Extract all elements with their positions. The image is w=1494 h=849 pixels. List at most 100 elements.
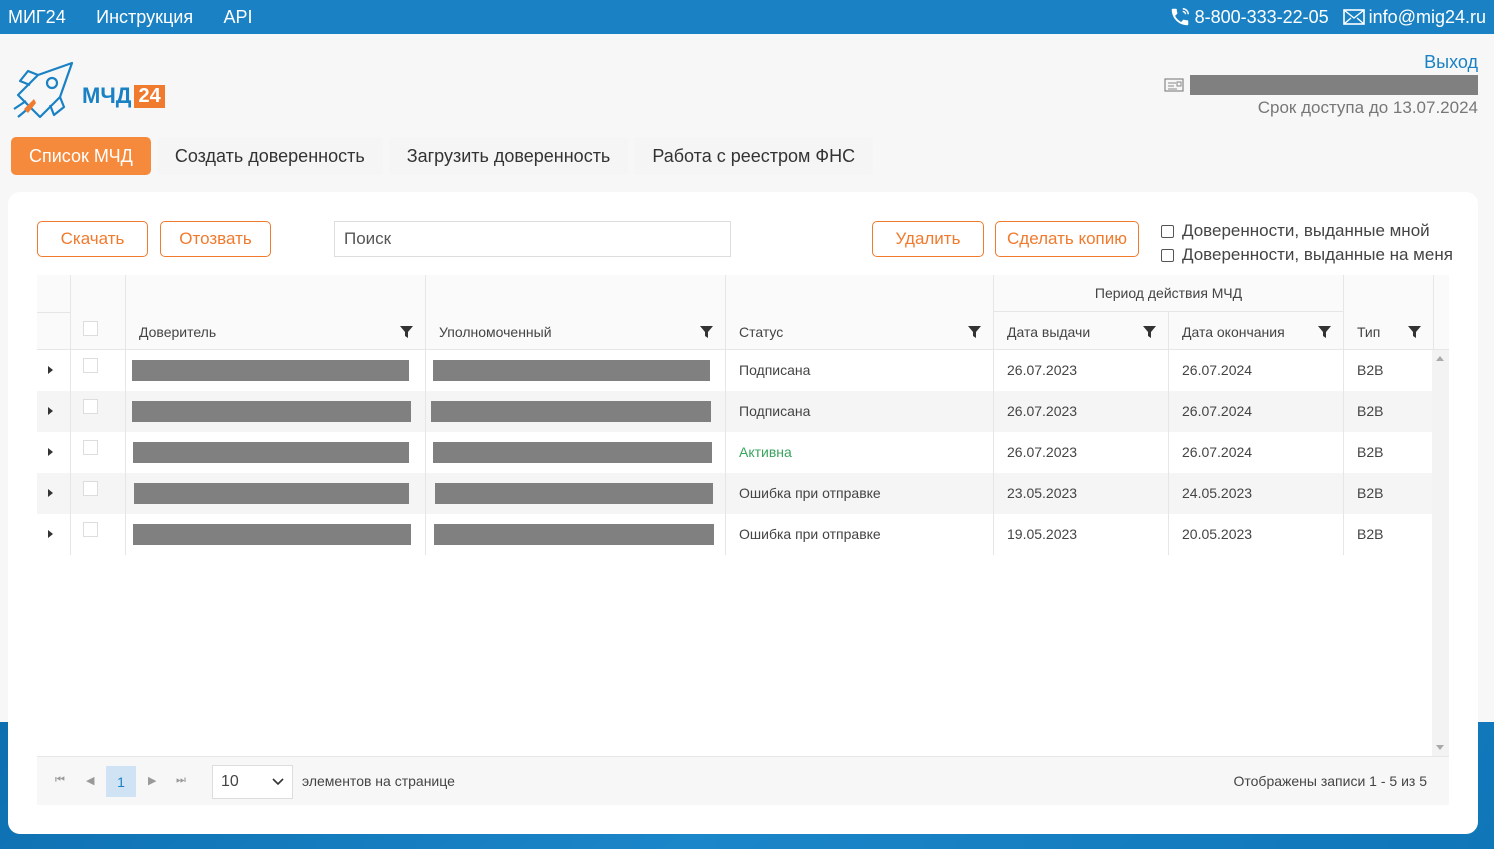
nav-link-instruction[interactable]: Инструкция: [96, 7, 193, 27]
issue-date-header-label: Дата выдачи: [1007, 324, 1091, 340]
row-checkbox[interactable]: [83, 481, 98, 496]
poa-grid: Доверитель Уполномоченный Статус Период …: [37, 275, 1449, 805]
scroll-up-icon[interactable]: [1436, 356, 1444, 361]
issue-date-cell: 23.05.2023: [1007, 485, 1078, 501]
table-row[interactable]: Подписана 26.07.2023 26.07.2024 B2B: [37, 391, 1432, 432]
logo[interactable]: МЧД 24: [8, 56, 178, 128]
principal-cell: [125, 473, 425, 514]
representative-redacted: [435, 483, 713, 504]
validity-period-group-header: Период действия МЧД: [993, 275, 1343, 312]
phone-contact[interactable]: 8-800-333-22-05: [1169, 6, 1329, 28]
table-row[interactable]: Ошибка при отправке 23.05.2023 24.05.202…: [37, 473, 1432, 514]
filter-icon[interactable]: [1408, 326, 1421, 338]
expand-row-icon[interactable]: [48, 489, 53, 497]
logo-text: МЧД 24: [82, 83, 165, 109]
page-button-current[interactable]: 1: [106, 766, 136, 797]
nav-link-api[interactable]: API: [224, 7, 253, 27]
row-checkbox[interactable]: [83, 522, 98, 537]
vertical-scrollbar[interactable]: [1432, 350, 1449, 756]
tab-upload-poa[interactable]: Загрузить доверенность: [388, 137, 629, 175]
nav-link-mig24[interactable]: МИГ24: [8, 7, 66, 27]
representative-cell: [425, 391, 725, 432]
expand-row-icon[interactable]: [48, 530, 53, 538]
prev-page-icon[interactable]: ◀: [86, 774, 94, 787]
first-page-icon[interactable]: ⏮: [55, 774, 65, 787]
column-header-type[interactable]: Тип: [1343, 275, 1433, 350]
tab-create-poa[interactable]: Создать доверенность: [156, 137, 383, 175]
column-header-status[interactable]: Статус: [725, 275, 993, 350]
expand-row-icon[interactable]: [48, 407, 53, 415]
copy-button[interactable]: Сделать копию: [995, 221, 1139, 257]
principal-header-label: Доверитель: [139, 324, 217, 340]
issue-date-cell: 26.07.2023: [1007, 444, 1078, 460]
page-size-label: элементов на странице: [302, 773, 455, 789]
representative-redacted: [431, 401, 711, 422]
filter-icon[interactable]: [968, 326, 981, 338]
select-all-checkbox[interactable]: [83, 321, 98, 336]
revoke-button[interactable]: Отозвать: [160, 221, 271, 257]
representative-header-label: Уполномоченный: [439, 324, 552, 340]
column-header-principal[interactable]: Доверитель: [125, 275, 425, 350]
status-cell: Ошибка при отправке: [739, 485, 881, 501]
issue-date-cell: 19.05.2023: [1007, 526, 1078, 542]
end-date-cell: 26.07.2024: [1182, 444, 1253, 460]
column-header-end-date[interactable]: Дата окончания: [1168, 312, 1343, 350]
end-date-cell: 26.07.2024: [1182, 403, 1253, 419]
email-contact[interactable]: info@mig24.ru: [1342, 7, 1486, 28]
principal-redacted: [132, 401, 411, 422]
principal-cell: [125, 350, 425, 391]
filter-icon[interactable]: [1318, 326, 1331, 338]
row-checkbox[interactable]: [83, 399, 98, 414]
expand-column-header: [37, 275, 70, 350]
last-page-icon[interactable]: ⏭: [176, 774, 186, 787]
status-cell: Подписана: [739, 403, 811, 419]
user-name-redacted: [1190, 75, 1478, 95]
issue-date-cell: 26.07.2023: [1007, 403, 1078, 419]
top-nav: МИГ24 Инструкция API: [8, 7, 279, 28]
main-tabs: Список МЧД Создать доверенность Загрузит…: [11, 137, 879, 175]
phone-icon: [1171, 8, 1189, 26]
table-row[interactable]: Ошибка при отправке 19.05.2023 20.05.202…: [37, 514, 1432, 555]
filter-icon[interactable]: [700, 326, 713, 338]
filter-icon[interactable]: [1143, 326, 1156, 338]
logout-link[interactable]: Выход: [1164, 52, 1478, 73]
issued-to-me-checkbox[interactable]: [1161, 248, 1174, 262]
end-date-cell: 20.05.2023: [1182, 526, 1253, 542]
column-header-issue-date[interactable]: Дата выдачи: [993, 312, 1168, 350]
principal-redacted: [133, 524, 411, 545]
issued-by-me-checkbox[interactable]: [1161, 224, 1174, 238]
page-size-value: 10: [221, 773, 239, 790]
type-cell: B2B: [1357, 444, 1384, 460]
representative-redacted: [434, 524, 714, 545]
expand-row-icon[interactable]: [48, 366, 53, 374]
filter-issued-by-me[interactable]: Доверенности, выданные мной: [1161, 221, 1430, 241]
expand-row-icon[interactable]: [48, 448, 53, 456]
grid-header: Доверитель Уполномоченный Статус Период …: [37, 275, 1449, 350]
principal-redacted: [134, 483, 409, 504]
download-button[interactable]: Скачать: [37, 221, 148, 257]
status-cell: Ошибка при отправке: [739, 526, 881, 542]
issued-by-me-label: Доверенности, выданные мной: [1182, 221, 1430, 240]
principal-cell: [125, 514, 425, 555]
scroll-down-icon[interactable]: [1436, 745, 1444, 750]
delete-button[interactable]: Удалить: [872, 221, 984, 257]
table-row[interactable]: Подписана 26.07.2023 26.07.2024 B2B: [37, 350, 1432, 391]
search-input[interactable]: [334, 221, 731, 257]
tab-fns-registry[interactable]: Работа с реестром ФНС: [634, 137, 874, 175]
status-header-label: Статус: [739, 324, 784, 340]
principal-cell: [125, 432, 425, 473]
principal-redacted: [133, 442, 409, 463]
tab-mchd-list[interactable]: Список МЧД: [11, 137, 151, 175]
column-header-representative[interactable]: Уполномоченный: [425, 275, 725, 350]
filter-icon[interactable]: [400, 326, 413, 338]
page-size-select[interactable]: 10: [212, 765, 293, 799]
table-row[interactable]: Активна 26.07.2023 26.07.2024 B2B: [37, 432, 1432, 473]
row-checkbox[interactable]: [83, 440, 98, 455]
access-expiry: Срок доступа до 13.07.2024: [1257, 98, 1478, 117]
pager: ⏮ ◀ 1 ▶ ⏭ 10 элементов на странице Отобр…: [37, 756, 1449, 805]
rocket-logo-icon: [13, 61, 74, 119]
next-page-icon[interactable]: ▶: [148, 774, 156, 787]
filter-issued-to-me[interactable]: Доверенности, выданные на меня: [1161, 245, 1453, 265]
row-checkbox[interactable]: [83, 358, 98, 373]
scroll-header-spacer: [1433, 275, 1449, 350]
